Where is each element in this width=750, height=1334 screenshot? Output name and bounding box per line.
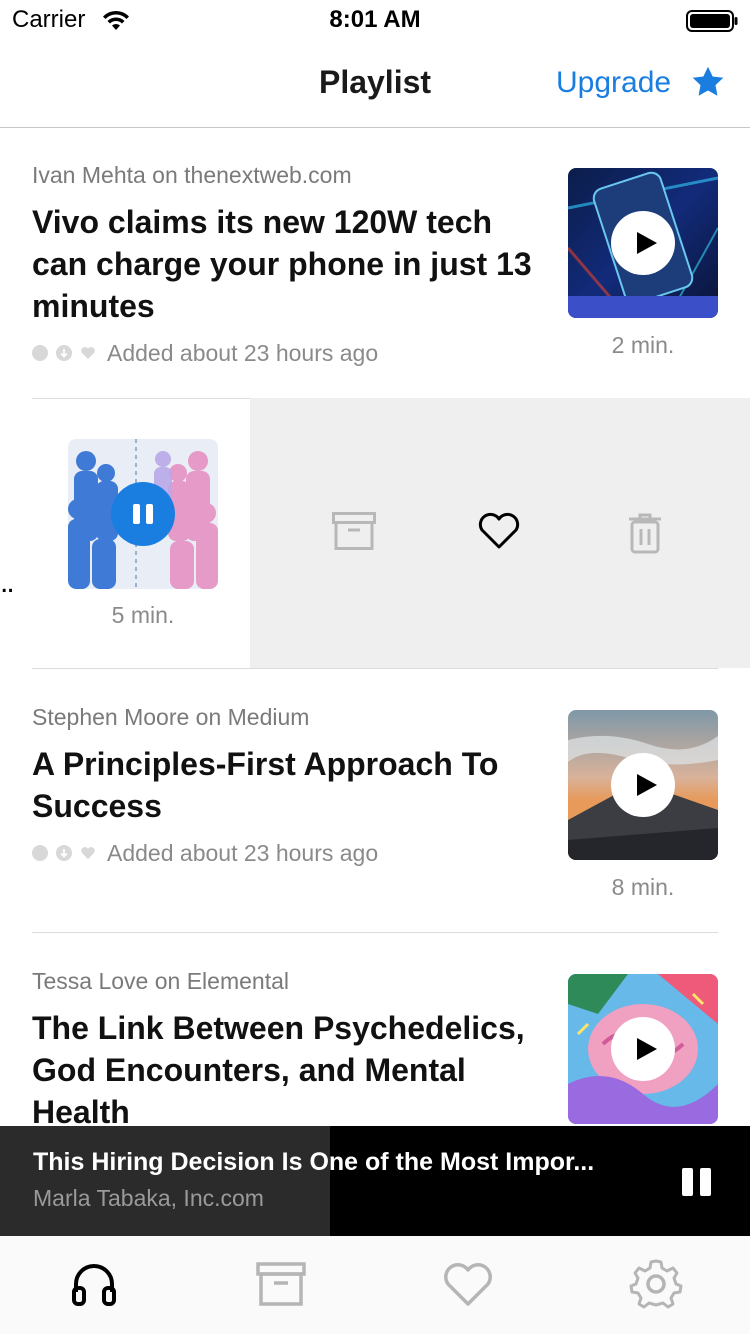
unread-dot-icon [32,845,48,861]
swipe-actions [250,398,750,668]
gear-icon[interactable] [628,1256,684,1312]
archive-icon[interactable] [253,1256,309,1312]
heart-icon[interactable] [440,1256,496,1312]
player-title[interactable]: This Hiring Decision Is One of the Most … [33,1148,653,1177]
item-status-icons [32,845,96,861]
download-icon [56,845,72,861]
paper-figures-image[interactable] [68,439,218,589]
divider [32,668,718,669]
item-title[interactable]: Vivo claims its new 120W tech can charge… [32,201,532,327]
play-button[interactable] [611,753,675,817]
item-source: Ivan Mehta on thenextweb.com [32,162,352,188]
navigation-bar: Playlist Upgrade [0,42,750,128]
item-status-icons [32,345,96,361]
play-button[interactable] [611,1017,675,1081]
unread-dot-icon [32,345,48,361]
item-added-time: Added about 23 hours ago [107,840,379,866]
heart-icon [81,847,95,859]
item-source: Stephen Moore on Medium [32,704,310,730]
trash-icon[interactable] [627,512,663,554]
item-duration: 2 min. [611,332,675,358]
upgrade-button[interactable]: Upgrade [556,66,671,100]
play-button[interactable] [611,211,675,275]
status-bar: Carrier 8:01 AM [0,0,750,42]
player-subtitle: Marla Tabaka, Inc.com [33,1185,264,1211]
item-title[interactable]: A Principles-First Approach To Success [32,743,532,827]
star-icon[interactable] [690,64,726,100]
divider [32,932,718,933]
item-title[interactable]: The Link Between Psychedelics, God Encou… [32,1007,532,1133]
mini-player[interactable]: This Hiring Decision Is One of the Most … [0,1126,750,1236]
player-pause-button[interactable] [682,1168,714,1196]
download-icon [56,345,72,361]
truncated-text: .. [0,566,15,599]
phone-charging-image[interactable] [568,168,718,318]
status-time: 8:01 AM [329,6,421,33]
item-source: Tessa Love on Elemental [32,968,289,994]
archive-icon[interactable] [332,512,376,550]
psychedelic-brain-image[interactable] [568,974,718,1124]
headphones-icon[interactable] [66,1256,122,1312]
player-progress-bar [0,1126,330,1236]
item-duration: 8 min. [611,874,675,900]
item-duration: 5 min. [111,602,175,628]
item-added-time: Added about 23 hours ago [107,340,379,366]
pause-button[interactable] [111,482,175,546]
heart-icon [81,347,95,359]
volcano-landscape-image[interactable] [568,710,718,860]
battery-icon [686,10,738,32]
heart-icon[interactable] [477,512,521,550]
tab-bar [0,1236,750,1334]
